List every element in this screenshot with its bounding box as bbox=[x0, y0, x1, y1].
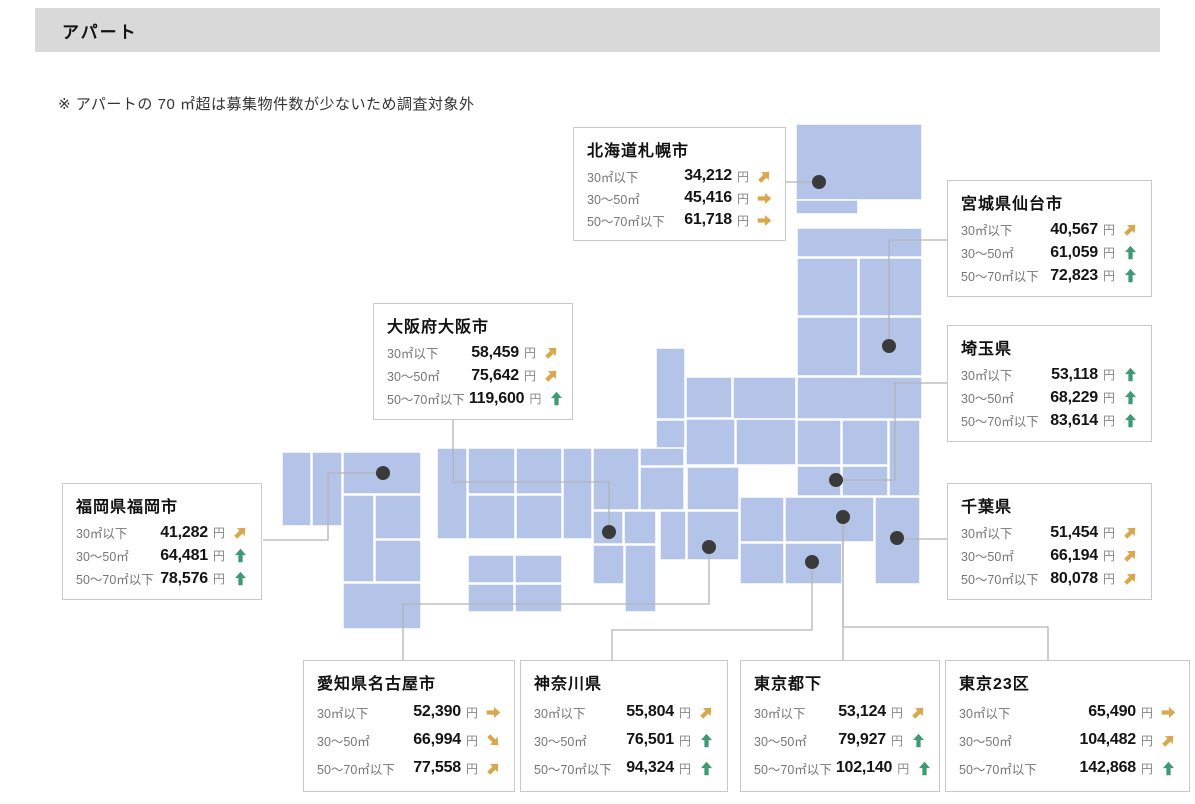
map-tile bbox=[685, 376, 733, 419]
city-marker-osaka bbox=[602, 525, 616, 539]
map-tile bbox=[796, 419, 842, 466]
city-marker-sendai bbox=[882, 339, 896, 353]
map-tile bbox=[796, 316, 859, 377]
city-marker-saitama bbox=[829, 473, 843, 487]
city-marker-kanagawa bbox=[805, 555, 819, 569]
map-tile bbox=[841, 419, 889, 466]
map-tile bbox=[374, 494, 422, 540]
map-tile bbox=[436, 447, 468, 540]
city-marker-nagoya bbox=[702, 540, 716, 554]
map-tile bbox=[639, 447, 685, 467]
apartment-rent-map-page: アパート ※ アパートの 70 ㎡超は募集物件数が少ないため調査対象外 北海道札… bbox=[0, 0, 1195, 804]
map-tile bbox=[515, 494, 563, 540]
city-marker-fukuoka bbox=[376, 466, 390, 480]
map-tile bbox=[514, 554, 563, 584]
map-tile bbox=[514, 583, 563, 613]
map-tile bbox=[655, 347, 686, 420]
map-tile bbox=[374, 539, 422, 583]
map-tile bbox=[623, 510, 657, 545]
map-tile bbox=[659, 510, 687, 561]
map-tile bbox=[624, 544, 657, 613]
map-tile bbox=[796, 227, 923, 258]
map-tile bbox=[735, 418, 797, 466]
city-marker-chiba bbox=[890, 531, 904, 545]
map-tile bbox=[515, 447, 563, 495]
map-tile bbox=[739, 542, 785, 585]
map-tile bbox=[342, 582, 422, 630]
map-tile bbox=[467, 583, 515, 613]
map-tile bbox=[795, 199, 859, 215]
map-tile bbox=[639, 466, 685, 511]
map-tile bbox=[592, 544, 625, 585]
map-tile bbox=[342, 494, 375, 583]
map-tile bbox=[311, 451, 343, 527]
city-marker-tokyo bbox=[836, 510, 850, 524]
map-tile bbox=[732, 376, 797, 420]
map-tile bbox=[888, 419, 921, 497]
map-tile bbox=[467, 494, 516, 540]
map-tile bbox=[841, 465, 889, 497]
map-tile bbox=[592, 447, 640, 511]
map-tile bbox=[784, 496, 875, 543]
map-tile bbox=[467, 447, 516, 495]
map-tile bbox=[467, 554, 515, 584]
map-tile bbox=[281, 451, 312, 527]
map-tile bbox=[686, 466, 740, 511]
map-tile bbox=[562, 447, 593, 540]
map-tile bbox=[858, 257, 923, 317]
map-tile bbox=[795, 123, 923, 201]
japan-tile-map bbox=[263, 123, 1049, 660]
map-tile bbox=[685, 418, 736, 466]
city-marker-sapporo bbox=[812, 175, 826, 189]
map-tile bbox=[739, 496, 785, 543]
map-tile bbox=[796, 257, 859, 317]
